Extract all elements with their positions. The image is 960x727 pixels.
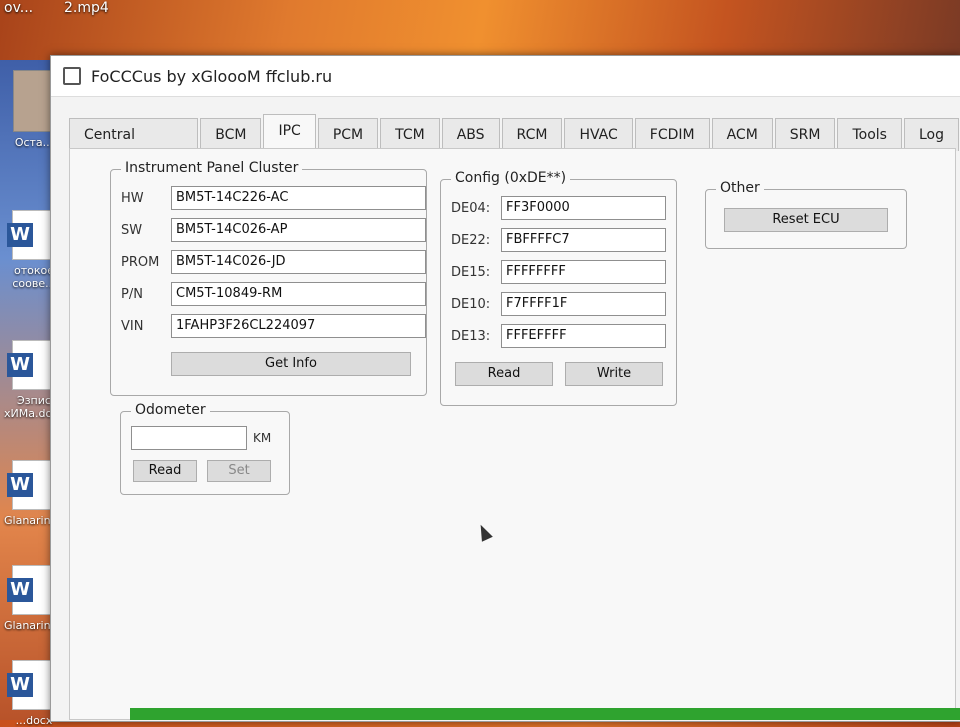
get-info-button[interactable]: Get Info bbox=[171, 352, 411, 376]
config-field-row: DE10: bbox=[451, 292, 666, 316]
group-title: Config (0xDE**) bbox=[451, 170, 571, 186]
app-icon bbox=[63, 67, 81, 85]
de13-field[interactable] bbox=[501, 324, 666, 348]
group-title: Instrument Panel Cluster bbox=[121, 160, 303, 176]
field-label: DE22: bbox=[451, 232, 491, 248]
desktop-file-label[interactable]: 2.mp4 bbox=[64, 0, 109, 16]
tab-abs[interactable]: ABS bbox=[441, 118, 500, 151]
odometer-input[interactable] bbox=[131, 426, 247, 450]
tab-tools[interactable]: Tools bbox=[837, 118, 902, 151]
field-label: DE15: bbox=[451, 264, 491, 280]
de10-field[interactable] bbox=[501, 292, 666, 316]
desktop-file-label[interactable]: ov... bbox=[4, 0, 33, 16]
config-write-button[interactable]: Write bbox=[565, 362, 663, 386]
tab-panel-ipc: Instrument Panel Cluster HW SW PROM P/N … bbox=[69, 148, 956, 720]
odometer-group: Odometer KM Read Set bbox=[120, 402, 290, 495]
odometer-unit: KM bbox=[253, 431, 272, 445]
ipc-field-row: PROM bbox=[121, 250, 426, 274]
field-label: PROM bbox=[121, 254, 160, 270]
pn-field[interactable] bbox=[171, 282, 426, 306]
vin-field[interactable] bbox=[171, 314, 426, 338]
config-field-row: DE22: bbox=[451, 228, 666, 252]
tab-ipc[interactable]: IPC bbox=[263, 114, 316, 152]
hw-field[interactable] bbox=[171, 186, 426, 210]
tab-tcm[interactable]: TCM bbox=[380, 118, 440, 151]
field-label: DE04: bbox=[451, 200, 491, 216]
tab-central-config[interactable]: Central Config bbox=[69, 118, 199, 167]
config-group: Config (0xDE**) DE04: DE22: DE15: DE10: … bbox=[440, 170, 677, 406]
tab-rcm[interactable]: RCM bbox=[501, 118, 563, 151]
config-field-row: DE15: bbox=[451, 260, 666, 284]
field-label: SW bbox=[121, 222, 143, 238]
odometer-row: KM bbox=[131, 426, 271, 450]
ipc-field-row: HW bbox=[121, 186, 426, 210]
taskbar-strip bbox=[130, 708, 960, 720]
field-label: HW bbox=[121, 190, 144, 206]
config-field-row: DE04: bbox=[451, 196, 666, 220]
field-label: DE13: bbox=[451, 328, 491, 344]
config-read-button[interactable]: Read bbox=[455, 362, 553, 386]
tab-hvac[interactable]: HVAC bbox=[564, 118, 633, 151]
de04-field[interactable] bbox=[501, 196, 666, 220]
other-group: Other Reset ECU bbox=[705, 180, 907, 249]
tab-fcdim[interactable]: FCDIM bbox=[634, 118, 710, 151]
odometer-read-button[interactable]: Read bbox=[133, 460, 197, 482]
ipc-field-row: P/N bbox=[121, 282, 426, 306]
group-title: Odometer bbox=[131, 402, 210, 418]
field-label: DE10: bbox=[451, 296, 491, 312]
app-window: FoCCCus by xGloooM ffclub.ru Central Con… bbox=[50, 55, 960, 722]
field-label: VIN bbox=[121, 318, 144, 334]
tab-bar: Central Config BCM IPC PCM TCM ABS RCM H… bbox=[69, 114, 960, 167]
sw-field[interactable] bbox=[171, 218, 426, 242]
de22-field[interactable] bbox=[501, 228, 666, 252]
config-field-row: DE13: bbox=[451, 324, 666, 348]
tab-srm[interactable]: SRM bbox=[774, 118, 836, 151]
de15-field[interactable] bbox=[501, 260, 666, 284]
ipc-group: Instrument Panel Cluster HW SW PROM P/N … bbox=[110, 160, 427, 396]
prom-field[interactable] bbox=[171, 250, 426, 274]
field-label: P/N bbox=[121, 286, 143, 302]
title-bar[interactable]: FoCCCus by xGloooM ffclub.ru bbox=[51, 56, 960, 97]
avatar bbox=[13, 70, 55, 132]
tab-pcm[interactable]: PCM bbox=[317, 118, 379, 151]
ipc-field-row: SW bbox=[121, 218, 426, 242]
tab-bcm[interactable]: BCM bbox=[200, 118, 262, 151]
odometer-set-button: Set bbox=[207, 460, 271, 482]
window-title: FoCCCus by xGloooM ffclub.ru bbox=[91, 66, 333, 86]
reset-ecu-button[interactable]: Reset ECU bbox=[724, 208, 888, 232]
tab-log[interactable]: Log bbox=[903, 118, 959, 151]
group-title: Other bbox=[716, 180, 764, 196]
tab-acm[interactable]: ACM bbox=[711, 118, 773, 151]
ipc-field-row: VIN bbox=[121, 314, 426, 338]
